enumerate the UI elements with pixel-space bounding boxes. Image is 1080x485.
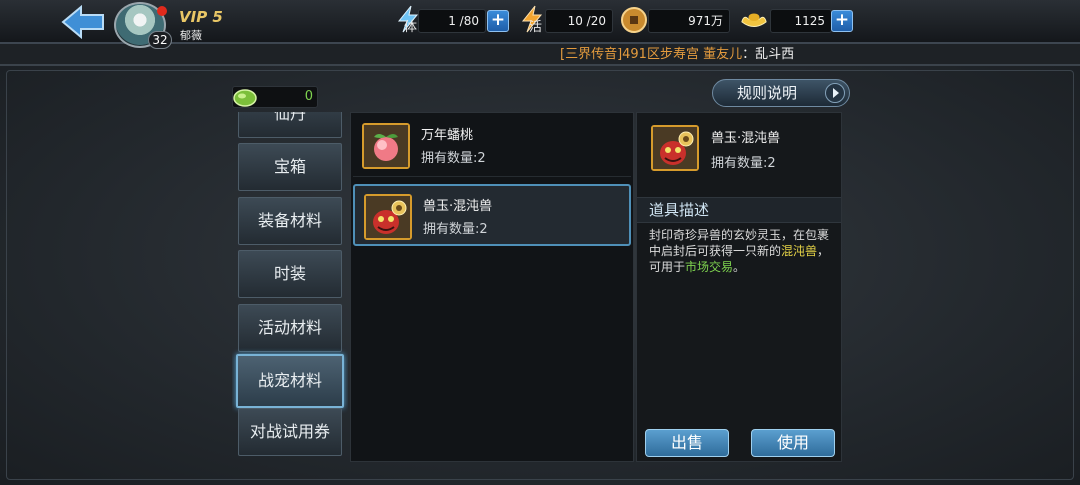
item-detail-panel: 兽玉·混沌兽 拥有数量:2 道具描述 封印奇珍异兽的玄妙灵玉，在包裹中启封后可获…	[636, 112, 842, 462]
peach-icon	[364, 125, 408, 167]
detail-item-name: 兽玉·混沌兽	[711, 131, 781, 146]
rules-button[interactable]: 规则说明	[712, 79, 850, 107]
market-trade-link: 市场交易	[685, 260, 734, 274]
item-quantity: 拥有数量:2	[423, 222, 488, 237]
item-row-selected[interactable]: 兽玉·混沌兽 拥有数量:2	[353, 184, 631, 246]
use-button[interactable]: 使用	[751, 429, 835, 457]
category-pill[interactable]: 仙丹	[238, 112, 342, 138]
rules-button-label: 规则说明	[737, 84, 798, 102]
notification-dot	[157, 6, 167, 16]
sell-button[interactable]: 出售	[645, 429, 729, 457]
add-stamina-button[interactable]: +	[487, 10, 509, 32]
description-header: 道具描述	[637, 197, 841, 223]
description-end: 。	[733, 260, 746, 274]
item-list: 万年蟠桃 拥有数量:2 兽玉·混沌兽 拥有数量:2	[350, 112, 634, 462]
coins-value: 971万	[648, 9, 730, 33]
jade-count: 0	[304, 89, 313, 104]
item-icon-frame	[362, 123, 410, 169]
detail-item-quantity: 拥有数量:2	[711, 156, 776, 171]
item-icon-frame	[364, 194, 412, 240]
description-highlight: 混沌兽	[781, 244, 818, 258]
category-pet-materials[interactable]: 战宠材料	[236, 354, 344, 408]
stamina-label: 体	[404, 20, 418, 35]
beast-jade-icon	[366, 196, 410, 238]
category-chest[interactable]: 宝箱	[238, 143, 342, 191]
energy-value: 10 /20	[545, 9, 613, 33]
back-button[interactable]	[60, 4, 108, 40]
gold-ingot-icon	[741, 13, 767, 27]
gold-value: 1125	[770, 9, 832, 33]
ticker-channel-server: [三界传音]491区步寿宫 董友儿	[560, 47, 743, 62]
play-arrow-icon	[825, 83, 845, 103]
back-arrow-icon	[61, 5, 104, 39]
jade-currency-icon	[233, 89, 257, 107]
detail-icon-frame	[651, 125, 699, 171]
copper-coin-icon	[621, 7, 647, 33]
broadcast-ticker: [三界传音]491区步寿宫 董友儿：乱斗西	[560, 43, 794, 62]
category-sidebar: 仙丹 宝箱 装备材料 时装 活动材料 战宠材料 对战试用券	[232, 112, 348, 462]
category-battle-trial-ticket[interactable]: 对战试用券	[238, 408, 342, 456]
item-name: 兽玉·混沌兽	[423, 199, 493, 214]
category-equipment-materials[interactable]: 装备材料	[238, 197, 342, 245]
stamina-value: 1 /80	[418, 9, 486, 33]
item-row[interactable]: 万年蟠桃 拥有数量:2	[353, 115, 631, 177]
description-text: 封印奇珍异兽的玄妙灵玉，在包裹中启封后可获得一只新的混沌兽，可用于市场交易。	[649, 227, 835, 275]
category-fashion[interactable]: 时装	[238, 250, 342, 298]
item-quantity: 拥有数量:2	[421, 151, 486, 166]
vip-label: VIP 5	[179, 8, 223, 26]
energy-label: 活	[529, 20, 543, 35]
ticker-message: ：乱斗西	[742, 47, 795, 62]
item-name: 万年蟠桃	[421, 128, 474, 143]
level-badge: 32	[148, 31, 172, 49]
beast-jade-icon	[653, 127, 697, 169]
category-event-materials[interactable]: 活动材料	[238, 304, 342, 352]
add-gold-button[interactable]: +	[831, 10, 853, 32]
jade-counter: 0	[232, 86, 318, 108]
player-name: 郁薇	[180, 29, 202, 42]
